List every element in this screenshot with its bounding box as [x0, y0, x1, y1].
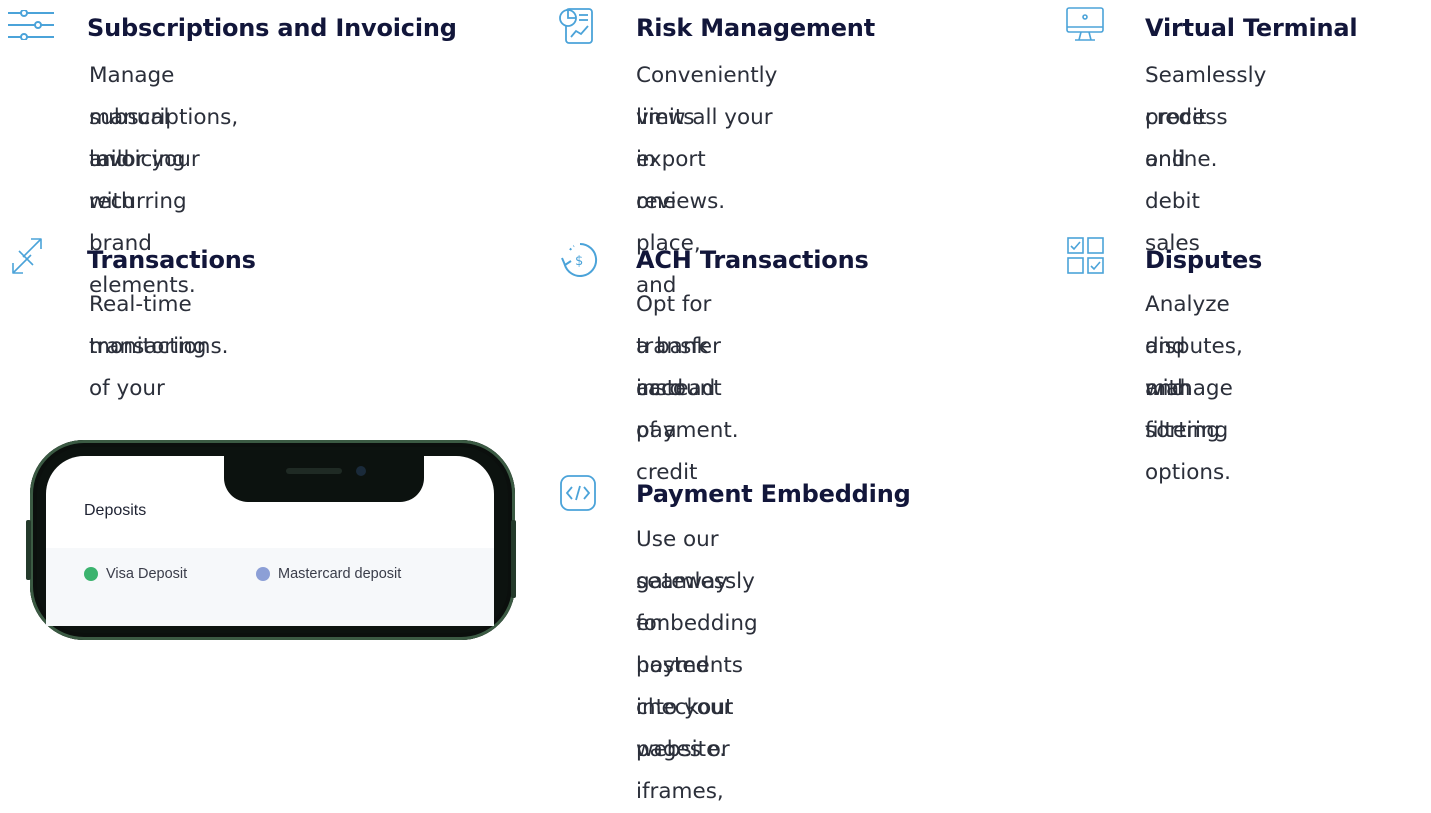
feature-title: Subscriptions and Invoicing — [87, 14, 457, 42]
monitor-icon — [1065, 6, 1104, 42]
svg-text:$: $ — [575, 254, 583, 269]
feature-title: Virtual Terminal — [1145, 14, 1358, 42]
feature-title: Transactions — [87, 246, 256, 274]
feature-desc-line: transactions. — [89, 334, 229, 359]
code-embed-icon — [559, 474, 596, 511]
sliders-icon — [8, 9, 54, 46]
legend-label: Visa Deposit — [106, 566, 188, 582]
feature-desc-line: card payment. — [636, 376, 739, 443]
camera-icon — [356, 466, 366, 476]
legend-label: Mastercard deposit — [278, 566, 402, 582]
legend-dot — [84, 567, 98, 581]
feature-desc-line: export reviews. — [636, 147, 726, 214]
feature-title: Payment Embedding — [636, 480, 911, 508]
phone-screen: Deposits Visa Deposit Mastercard deposit — [46, 456, 494, 626]
dollar-cycle-icon: $ — [560, 240, 598, 277]
chart-legend: Visa Deposit Mastercard deposit — [46, 548, 494, 626]
feature-desc-line: online. — [1145, 147, 1218, 172]
checkbox-grid-icon — [1067, 237, 1104, 274]
transfer-arrows-icon — [9, 237, 45, 274]
screen-title: Deposits — [84, 502, 147, 519]
phone-side-button — [511, 520, 516, 598]
legend-dot — [256, 567, 270, 581]
feature-title: Disputes — [1145, 246, 1263, 274]
phone-notch — [224, 456, 424, 502]
feature-title: Risk Management — [636, 14, 875, 42]
feature-title: ACH Transactions — [636, 246, 869, 274]
feature-desc-line: invoicing with brand elements. — [89, 147, 196, 298]
legend-item-mastercard: Mastercard deposit — [256, 566, 401, 582]
phone-side-button — [26, 520, 31, 580]
feature-desc-line: credit and debit sales — [1145, 105, 1207, 256]
feature-desc-line: and filtering options. — [1145, 376, 1232, 485]
feature-desc-line: seamlessly embedding payments into your … — [636, 569, 758, 762]
legend-item-visa: Visa Deposit — [84, 566, 187, 582]
speaker-grille — [286, 468, 342, 474]
report-chart-icon — [558, 6, 594, 44]
